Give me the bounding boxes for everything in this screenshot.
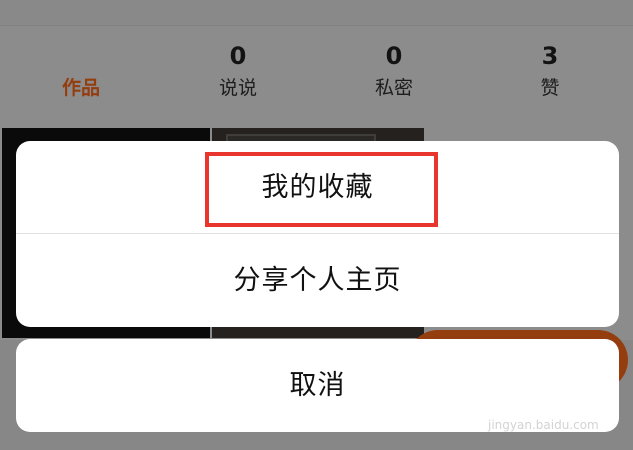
watermark-logo-text: Bai 经验: [482, 386, 573, 411]
watermark-url: jingyan.baidu.com: [488, 418, 599, 432]
action-sheet: 我的收藏 分享个人主页: [16, 141, 619, 327]
highlight-box: [205, 152, 438, 227]
baidu-jingyan-watermark: Bai 经验 jingyan.baidu.com: [482, 380, 622, 440]
share-profile-button[interactable]: 分享个人主页: [16, 234, 619, 327]
